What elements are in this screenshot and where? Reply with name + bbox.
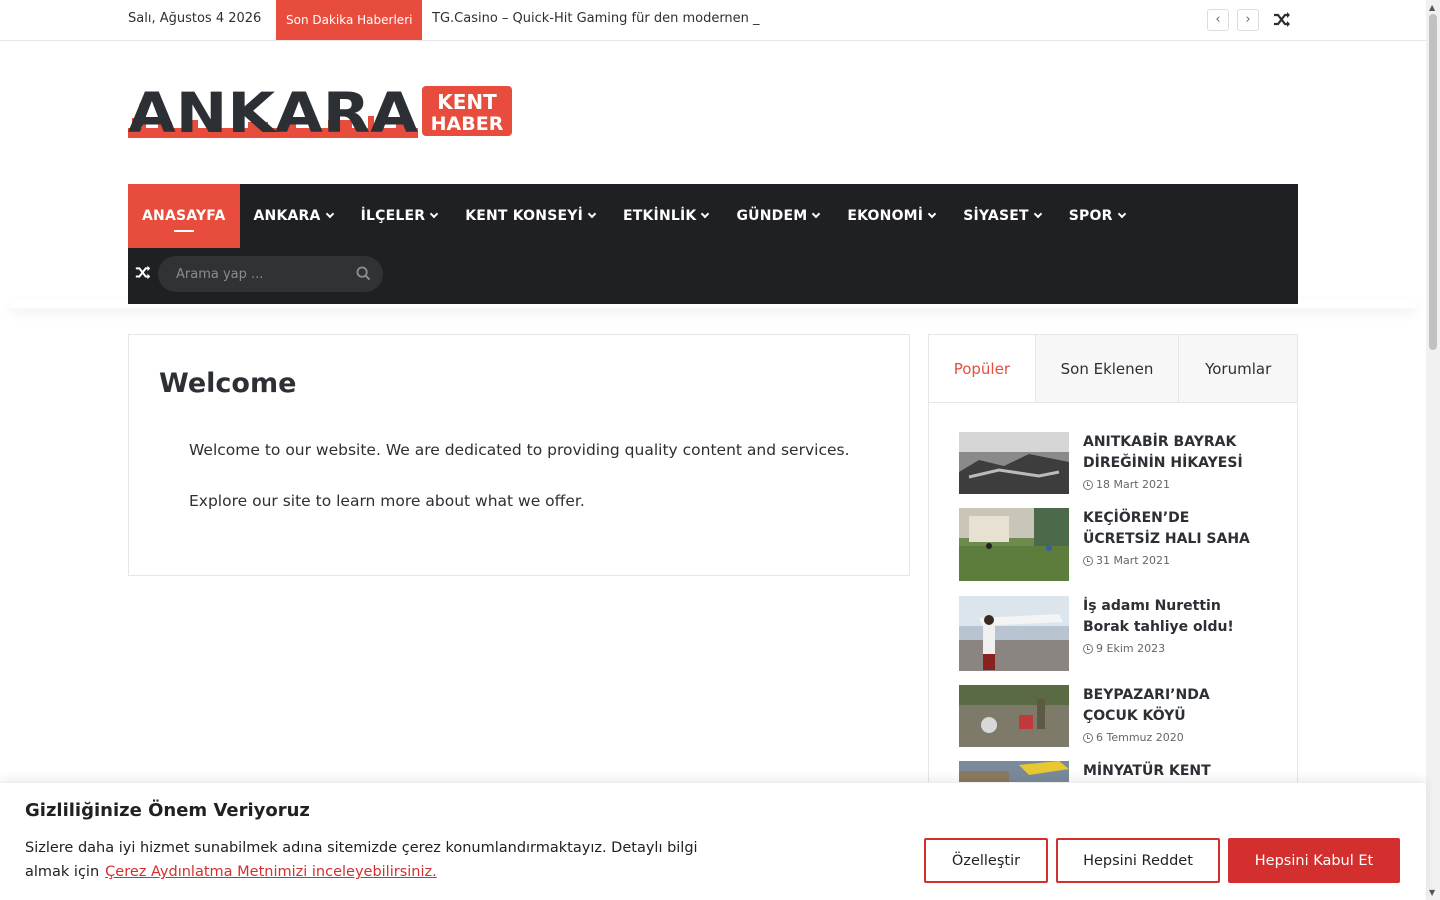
tab-recent[interactable]: Son Eklenen	[1035, 335, 1180, 402]
nav-item-label: ETKİNLİK	[623, 208, 697, 224]
chevron-down-icon	[587, 209, 597, 219]
chevron-down-icon	[1117, 209, 1126, 219]
post-date-text: 31 Mart 2021	[1096, 554, 1171, 567]
shuffle-icon[interactable]	[1272, 9, 1292, 29]
list-item[interactable]: BEYPAZARI’NDA ÇOCUK KÖYÜ 6 Temmuz 2020	[959, 685, 1279, 747]
post-title[interactable]: MİNYATÜR KENT	[1083, 761, 1263, 782]
accept-all-button[interactable]: Hepsini Kabul Et	[1228, 838, 1400, 883]
list-item[interactable]: KEÇİÖREN’DE ÜCRETSİZ HALI SAHA 31 Mart 2…	[959, 508, 1279, 581]
post-thumbnail[interactable]	[959, 432, 1069, 494]
post-date: 6 Temmuz 2020	[1083, 731, 1184, 744]
site-logo[interactable]: ANKARA KENT HABER	[128, 84, 514, 142]
cookie-consent-banner: Gizliliğinize Önem Veriyoruz Sizlere dah…	[0, 782, 1426, 900]
logo-wordmark: ANKARA	[128, 84, 418, 142]
nav-item-label: İLÇELER	[360, 208, 426, 224]
nav-item-6[interactable]: EKONOMİ	[833, 184, 949, 248]
nav-item-4[interactable]: ETKİNLİK	[609, 184, 722, 248]
cookie-title: Gizliliğinize Önem Veriyoruz	[25, 800, 310, 821]
chevron-down-icon	[325, 209, 334, 219]
post-thumbnail[interactable]	[959, 685, 1069, 747]
nav-item-7[interactable]: SİYASET	[949, 184, 1055, 248]
reject-all-button[interactable]: Hepsini Reddet	[1056, 838, 1220, 883]
shuffle-icon[interactable]	[134, 263, 152, 281]
main-navigation: ANASAYFA ANKARA İLÇELER KENT KONSEYİ ETKİNLİ…	[128, 184, 1298, 304]
chevron-right-icon[interactable]: ›	[1237, 9, 1259, 31]
search-input[interactable]	[158, 256, 348, 292]
post-title[interactable]: İş adamı Nurettin Borak tahliye oldu!	[1083, 596, 1263, 638]
scrollbar-thumb[interactable]	[1429, 14, 1437, 350]
nav-item-3[interactable]: KENT KONSEYİ	[451, 184, 609, 248]
breaking-news-ticker-link[interactable]: TG.Casino – Quick-Hit Gaming für den mod…	[432, 11, 760, 26]
logo-badge-kent: KENT	[437, 90, 497, 114]
post-date-text: 6 Temmuz 2020	[1096, 731, 1184, 744]
chevron-down-icon	[1033, 209, 1042, 219]
main-menu: ANASAYFA ANKARA İLÇELER KENT KONSEYİ ETKİNLİ…	[128, 184, 1139, 248]
nav-item-1[interactable]: ANKARA	[240, 184, 347, 248]
cookie-description: Sizlere daha iyi hizmet sunabilmek adına…	[25, 836, 745, 884]
breaking-news-label: Son Dakika Haberleri	[276, 0, 423, 40]
post-date: 18 Mart 2021	[1083, 478, 1170, 491]
post-date-text: 18 Mart 2021	[1096, 478, 1171, 491]
post-date-text: 9 Ekim 2023	[1096, 642, 1166, 655]
post-date: 31 Mart 2021	[1083, 554, 1170, 567]
nav-item-label: EKONOMİ	[847, 208, 924, 224]
current-date: Salı, Ağustos 4 2026	[128, 11, 262, 26]
nav-item-label: SPOR	[1068, 208, 1113, 224]
content-paragraph: Explore our site to learn more about wha…	[189, 492, 585, 510]
post-title[interactable]: ANITKABİR BAYRAK DİREĞİNİN HİKAYESİ	[1083, 432, 1263, 474]
nav-item-0[interactable]: ANASAYFA	[128, 184, 240, 248]
nav-item-label: SİYASET	[963, 208, 1029, 224]
top-bar: Salı, Ağustos 4 2026 Son Dakika Haberler…	[0, 0, 1426, 41]
list-item[interactable]: ANITKABİR BAYRAK DİREĞİNİN HİKAYESİ 18 M…	[959, 432, 1279, 494]
nav-item-8[interactable]: SPOR	[1055, 184, 1139, 248]
post-title[interactable]: KEÇİÖREN’DE ÜCRETSİZ HALI SAHA	[1083, 508, 1263, 550]
nav-item-5[interactable]: GÜNDEM	[722, 184, 833, 248]
chevron-down-icon	[812, 209, 821, 219]
search-icon[interactable]	[356, 266, 371, 281]
page-scrollbar[interactable]: ▲ ▼	[1426, 0, 1440, 900]
logo-badge-haber: HABER	[431, 113, 504, 135]
nav-item-label: ANASAYFA	[142, 208, 226, 224]
chevron-left-icon[interactable]: ‹	[1207, 9, 1229, 31]
content-paragraph: Welcome to our website. We are dedicated…	[189, 441, 850, 459]
sidebar-tabs-widget: Popüler Son Eklenen Yorumlar ANITKABİR B…	[928, 334, 1298, 804]
header-shadow	[10, 300, 1416, 308]
post-date: 9 Ekim 2023	[1083, 642, 1165, 655]
page-content: Welcome Welcome to our website. We are d…	[128, 334, 910, 576]
nav-item-label: KENT KONSEYİ	[465, 208, 583, 224]
chevron-down-icon	[927, 209, 937, 219]
tab-comments[interactable]: Yorumlar	[1179, 335, 1297, 402]
clock-icon	[1083, 555, 1093, 566]
nav-item-label: GÜNDEM	[736, 208, 808, 224]
clock-icon	[1083, 732, 1093, 743]
clock-icon	[1083, 479, 1093, 490]
widget-tabs: Popüler Son Eklenen Yorumlar	[929, 335, 1297, 403]
post-thumbnail[interactable]	[959, 508, 1069, 581]
scroll-up-arrow-icon[interactable]: ▲	[1429, 3, 1435, 12]
tab-popular[interactable]: Popüler	[929, 335, 1036, 402]
list-item[interactable]: İş adamı Nurettin Borak tahliye oldu! 9 …	[959, 596, 1279, 671]
chevron-down-icon	[701, 209, 710, 219]
search-box	[158, 256, 383, 292]
post-title[interactable]: BEYPAZARI’NDA ÇOCUK KÖYÜ	[1083, 685, 1263, 727]
post-thumbnail[interactable]	[959, 596, 1069, 671]
customize-button[interactable]: Özelleştir	[924, 838, 1048, 883]
cookie-policy-link[interactable]: Çerez Aydınlatma Metnimizi inceleyebilir…	[105, 864, 437, 880]
scroll-down-arrow-icon[interactable]: ▼	[1429, 888, 1435, 897]
page-title: Welcome	[159, 368, 297, 399]
nav-item-label: ANKARA	[253, 208, 321, 224]
clock-icon	[1083, 643, 1093, 654]
nav-item-2[interactable]: İLÇELER	[347, 184, 452, 248]
chevron-down-icon	[429, 209, 439, 219]
